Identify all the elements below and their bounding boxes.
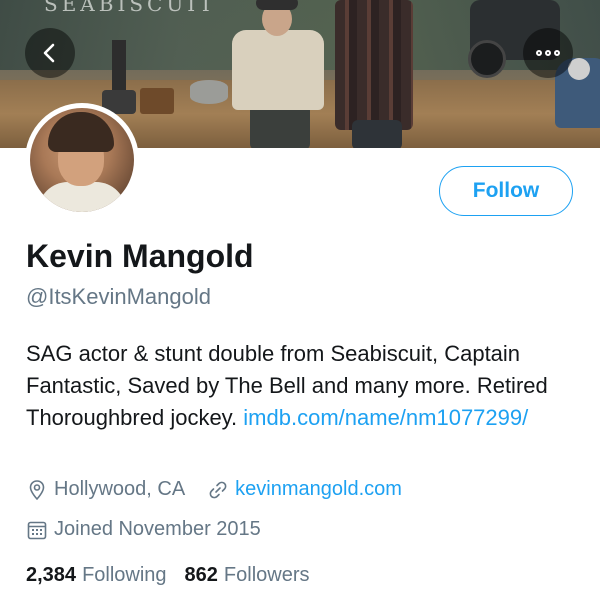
profile-meta-location: Hollywood, CA kevinmangold.com (26, 478, 402, 501)
following-count: 2,384 (26, 564, 77, 586)
back-button[interactable] (25, 28, 75, 78)
banner-person-hat (256, 0, 298, 10)
followers-label: Followers (223, 564, 310, 586)
banner-person-coat (335, 0, 413, 130)
website-link[interactable]: kevinmangold.com (235, 478, 402, 501)
more-horizontal-icon (536, 50, 560, 56)
more-options-button[interactable] (523, 28, 573, 78)
following-stat[interactable]: 2,384 Following (26, 564, 167, 587)
follow-button[interactable]: Follow (439, 166, 573, 216)
avatar[interactable] (25, 103, 139, 217)
banner-logo-text: SEABISCUIT (44, 0, 217, 16)
banner-person-legs (250, 105, 310, 148)
joined-text: Joined November 2015 (54, 518, 261, 540)
banner-person-legs-2 (352, 120, 402, 148)
profile-meta-joined: Joined November 2015 (26, 518, 261, 541)
link-icon (207, 479, 229, 501)
profile-stats: 2,384 Following 862 Followers (26, 564, 310, 587)
banner-barrel (190, 80, 228, 104)
followers-count: 862 (184, 564, 218, 586)
location-pin-icon (26, 479, 48, 501)
followers-stat[interactable]: 862 Followers (185, 564, 310, 587)
profile-name: Kevin Mangold (26, 238, 254, 274)
following-label: Following (82, 564, 167, 586)
profile-bio: SAG actor & stunt double from Seabiscuit… (26, 338, 586, 434)
profile-handle: @ItsKevinMangold (26, 284, 211, 309)
bio-link[interactable]: imdb.com/name/nm1077299/ (243, 405, 528, 430)
avatar-image (30, 108, 134, 212)
calendar-icon (26, 519, 48, 541)
chevron-left-icon (43, 43, 55, 63)
banner-stump (140, 88, 174, 114)
location-text: Hollywood, CA (54, 478, 186, 500)
banner-truck-wheel (468, 40, 506, 78)
banner-person-body (232, 30, 324, 110)
